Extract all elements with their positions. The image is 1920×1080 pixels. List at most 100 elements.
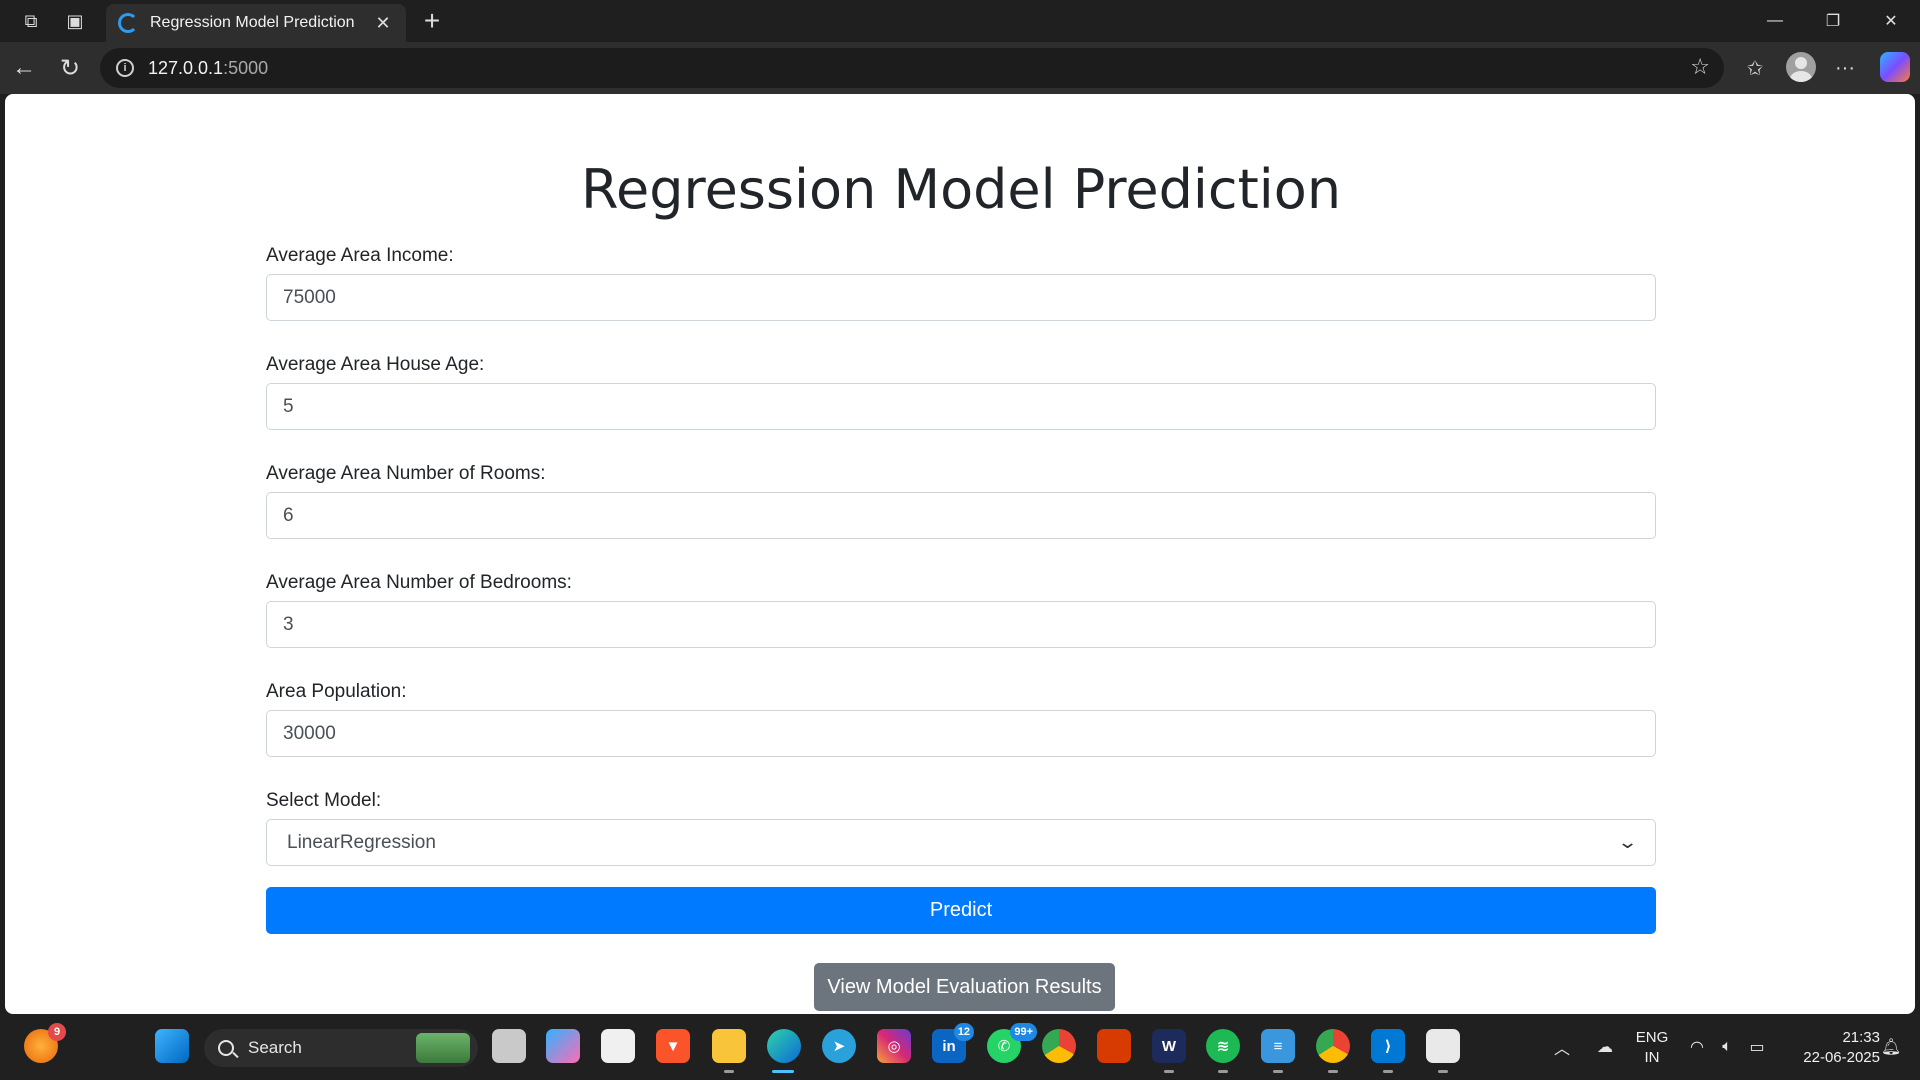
field-average-area-income: Average Area Income: 75000 bbox=[266, 228, 1656, 321]
active-indicator bbox=[772, 1070, 794, 1073]
chrome-icon[interactable] bbox=[1042, 1029, 1076, 1063]
new-tab-button[interactable]: + bbox=[414, 4, 450, 40]
telegram-icon[interactable]: ➤ bbox=[822, 1029, 856, 1063]
volume-icon[interactable]: 🔈︎ bbox=[1714, 1014, 1740, 1080]
whatsapp-icon[interactable]: ✆ 99+ bbox=[987, 1023, 1037, 1063]
notification-badge: 9 bbox=[48, 1023, 66, 1041]
average-area-income-input[interactable]: 75000 bbox=[266, 274, 1656, 321]
chrome-profile-icon[interactable] bbox=[1316, 1029, 1350, 1063]
running-indicator bbox=[1164, 1070, 1174, 1073]
page-title: Regression Model Prediction bbox=[580, 158, 1342, 221]
workspaces-icon[interactable]: ⧉ bbox=[10, 0, 52, 42]
running-indicator bbox=[1218, 1070, 1228, 1073]
search-icon bbox=[218, 1040, 234, 1056]
language-code: ENG bbox=[1635, 1029, 1669, 1046]
profile-avatar[interactable] bbox=[1786, 52, 1816, 82]
wifi-icon[interactable]: ◠ bbox=[1684, 1014, 1710, 1080]
more-options-icon[interactable]: ··· bbox=[1825, 48, 1865, 88]
field-average-area-number-of-rooms: Average Area Number of Rooms: 6 bbox=[266, 446, 1656, 539]
form-container: Regression Model Prediction Average Area… bbox=[266, 94, 1656, 934]
browser-titlebar: ⧉ ▣ Regression Model Prediction ✕ + — ❐ … bbox=[0, 0, 1920, 42]
selected-model: LinearRegression bbox=[287, 831, 436, 853]
restore-button[interactable]: ❐ bbox=[1804, 0, 1862, 42]
url-host: 127.0.0.1 bbox=[148, 57, 224, 78]
windows-start-icon[interactable] bbox=[155, 1029, 189, 1063]
office-icon[interactable] bbox=[1097, 1029, 1131, 1063]
close-window-button[interactable]: ✕ bbox=[1862, 0, 1920, 42]
field-label: Select Model: bbox=[266, 790, 382, 811]
notifications-icon[interactable]: 🔔︎ bbox=[1876, 1014, 1906, 1080]
area-population-input[interactable]: 30000 bbox=[266, 710, 1656, 757]
vscode-icon[interactable]: ⟩ bbox=[1371, 1029, 1405, 1063]
minimize-button[interactable]: — bbox=[1746, 0, 1804, 42]
task-view-icon[interactable] bbox=[492, 1029, 526, 1063]
field-label: Average Area Number of Rooms: bbox=[266, 463, 546, 484]
average-area-house-age-input[interactable]: 5 bbox=[266, 383, 1656, 430]
onedrive-icon[interactable]: ☁ bbox=[1590, 1014, 1620, 1080]
copilot-icon[interactable] bbox=[1880, 52, 1910, 82]
file-explorer-icon[interactable] bbox=[712, 1029, 746, 1063]
microsoft-store-icon[interactable] bbox=[601, 1029, 635, 1063]
clock-date: 22-06-2025 bbox=[1803, 1049, 1880, 1066]
vertical-tabs-icon[interactable]: ▣ bbox=[54, 0, 96, 42]
back-button[interactable]: ← bbox=[4, 48, 44, 88]
language-indicator[interactable]: ENG IN bbox=[1632, 1028, 1672, 1068]
show-hidden-icons-chevron-up-icon[interactable]: ︿ bbox=[1550, 1014, 1574, 1080]
browser-widget-icon[interactable]: 9 bbox=[24, 1023, 66, 1063]
field-label: Average Area Income: bbox=[266, 245, 454, 266]
input-value: 6 bbox=[283, 504, 294, 526]
field-area-population: Area Population: 30000 bbox=[266, 664, 1656, 757]
app-w-icon[interactable]: W bbox=[1152, 1029, 1186, 1063]
tab-regression-model-prediction[interactable]: Regression Model Prediction ✕ bbox=[106, 4, 406, 42]
clock-time: 21:33 bbox=[1842, 1029, 1880, 1046]
favorite-star-icon[interactable]: ☆ bbox=[1690, 54, 1710, 80]
input-value: 75000 bbox=[283, 286, 336, 308]
brave-icon[interactable]: ▼ bbox=[656, 1029, 690, 1063]
field-average-area-number-of-bedrooms: Average Area Number of Bedrooms: 3 bbox=[266, 555, 1656, 648]
model-select[interactable]: LinearRegression ⌄ bbox=[266, 819, 1656, 866]
field-label: Average Area House Age: bbox=[266, 354, 485, 375]
tab-title: Regression Model Prediction bbox=[150, 14, 355, 31]
close-tab-icon[interactable]: ✕ bbox=[372, 13, 394, 34]
chevron-down-icon: ⌄ bbox=[1616, 832, 1639, 852]
predict-button[interactable]: Predict bbox=[266, 887, 1656, 934]
average-area-number-of-rooms-input[interactable]: 6 bbox=[266, 492, 1656, 539]
copilot-app-icon[interactable] bbox=[546, 1029, 580, 1063]
running-indicator bbox=[1328, 1070, 1338, 1073]
linkedin-icon[interactable]: in 12 bbox=[932, 1023, 974, 1063]
notification-badge: 12 bbox=[953, 1023, 974, 1041]
snipping-tool-icon[interactable] bbox=[1426, 1029, 1460, 1063]
address-bar[interactable]: i 127.0.0.1:5000 ☆ bbox=[100, 48, 1724, 88]
field-label: Average Area Number of Bedrooms: bbox=[266, 572, 572, 593]
search-placeholder: Search bbox=[248, 1038, 302, 1057]
instagram-icon[interactable]: ◎ bbox=[877, 1029, 911, 1063]
system-clock[interactable]: 21:33 22-06-2025 bbox=[1760, 1028, 1880, 1068]
input-value: 30000 bbox=[283, 722, 336, 744]
notepad-icon[interactable]: ≡ bbox=[1261, 1029, 1295, 1063]
average-area-number-of-bedrooms-input[interactable]: 3 bbox=[266, 601, 1656, 648]
search-highlight-image bbox=[416, 1033, 470, 1063]
page-viewport: Regression Model Prediction Average Area… bbox=[5, 94, 1915, 1014]
field-select-model: Select Model: LinearRegression ⌄ bbox=[266, 773, 1656, 866]
running-indicator bbox=[1273, 1070, 1283, 1073]
spotify-icon[interactable]: ≋ bbox=[1206, 1029, 1240, 1063]
favorites-icon[interactable]: ✩ bbox=[1735, 48, 1775, 88]
running-indicator bbox=[724, 1070, 734, 1073]
running-indicator bbox=[1438, 1070, 1448, 1073]
site-info-icon[interactable]: i bbox=[116, 59, 134, 77]
edge-icon[interactable] bbox=[767, 1029, 801, 1063]
taskbar-search[interactable]: Search bbox=[204, 1029, 478, 1067]
input-value: 5 bbox=[283, 395, 294, 417]
region-code: IN bbox=[1644, 1049, 1660, 1066]
view-evaluation-results-button[interactable]: View Model Evaluation Results bbox=[814, 963, 1115, 1011]
field-average-area-house-age: Average Area House Age: 5 bbox=[266, 337, 1656, 430]
browser-toolbar: ← ↻ i 127.0.0.1:5000 ☆ ✩ ··· bbox=[0, 42, 1920, 94]
loading-icon bbox=[118, 13, 138, 33]
windows-taskbar: 9 Search ▼ ➤ ◎ in 12 ✆ 99+ W ≋ ≡ ⟩ ︿ ☁ E… bbox=[0, 1014, 1920, 1080]
refresh-button[interactable]: ↻ bbox=[50, 48, 90, 88]
url-port: :5000 bbox=[223, 57, 269, 78]
notification-badge: 99+ bbox=[1010, 1023, 1037, 1041]
running-indicator bbox=[1383, 1070, 1393, 1073]
input-value: 3 bbox=[283, 613, 294, 635]
field-label: Area Population: bbox=[266, 681, 407, 702]
